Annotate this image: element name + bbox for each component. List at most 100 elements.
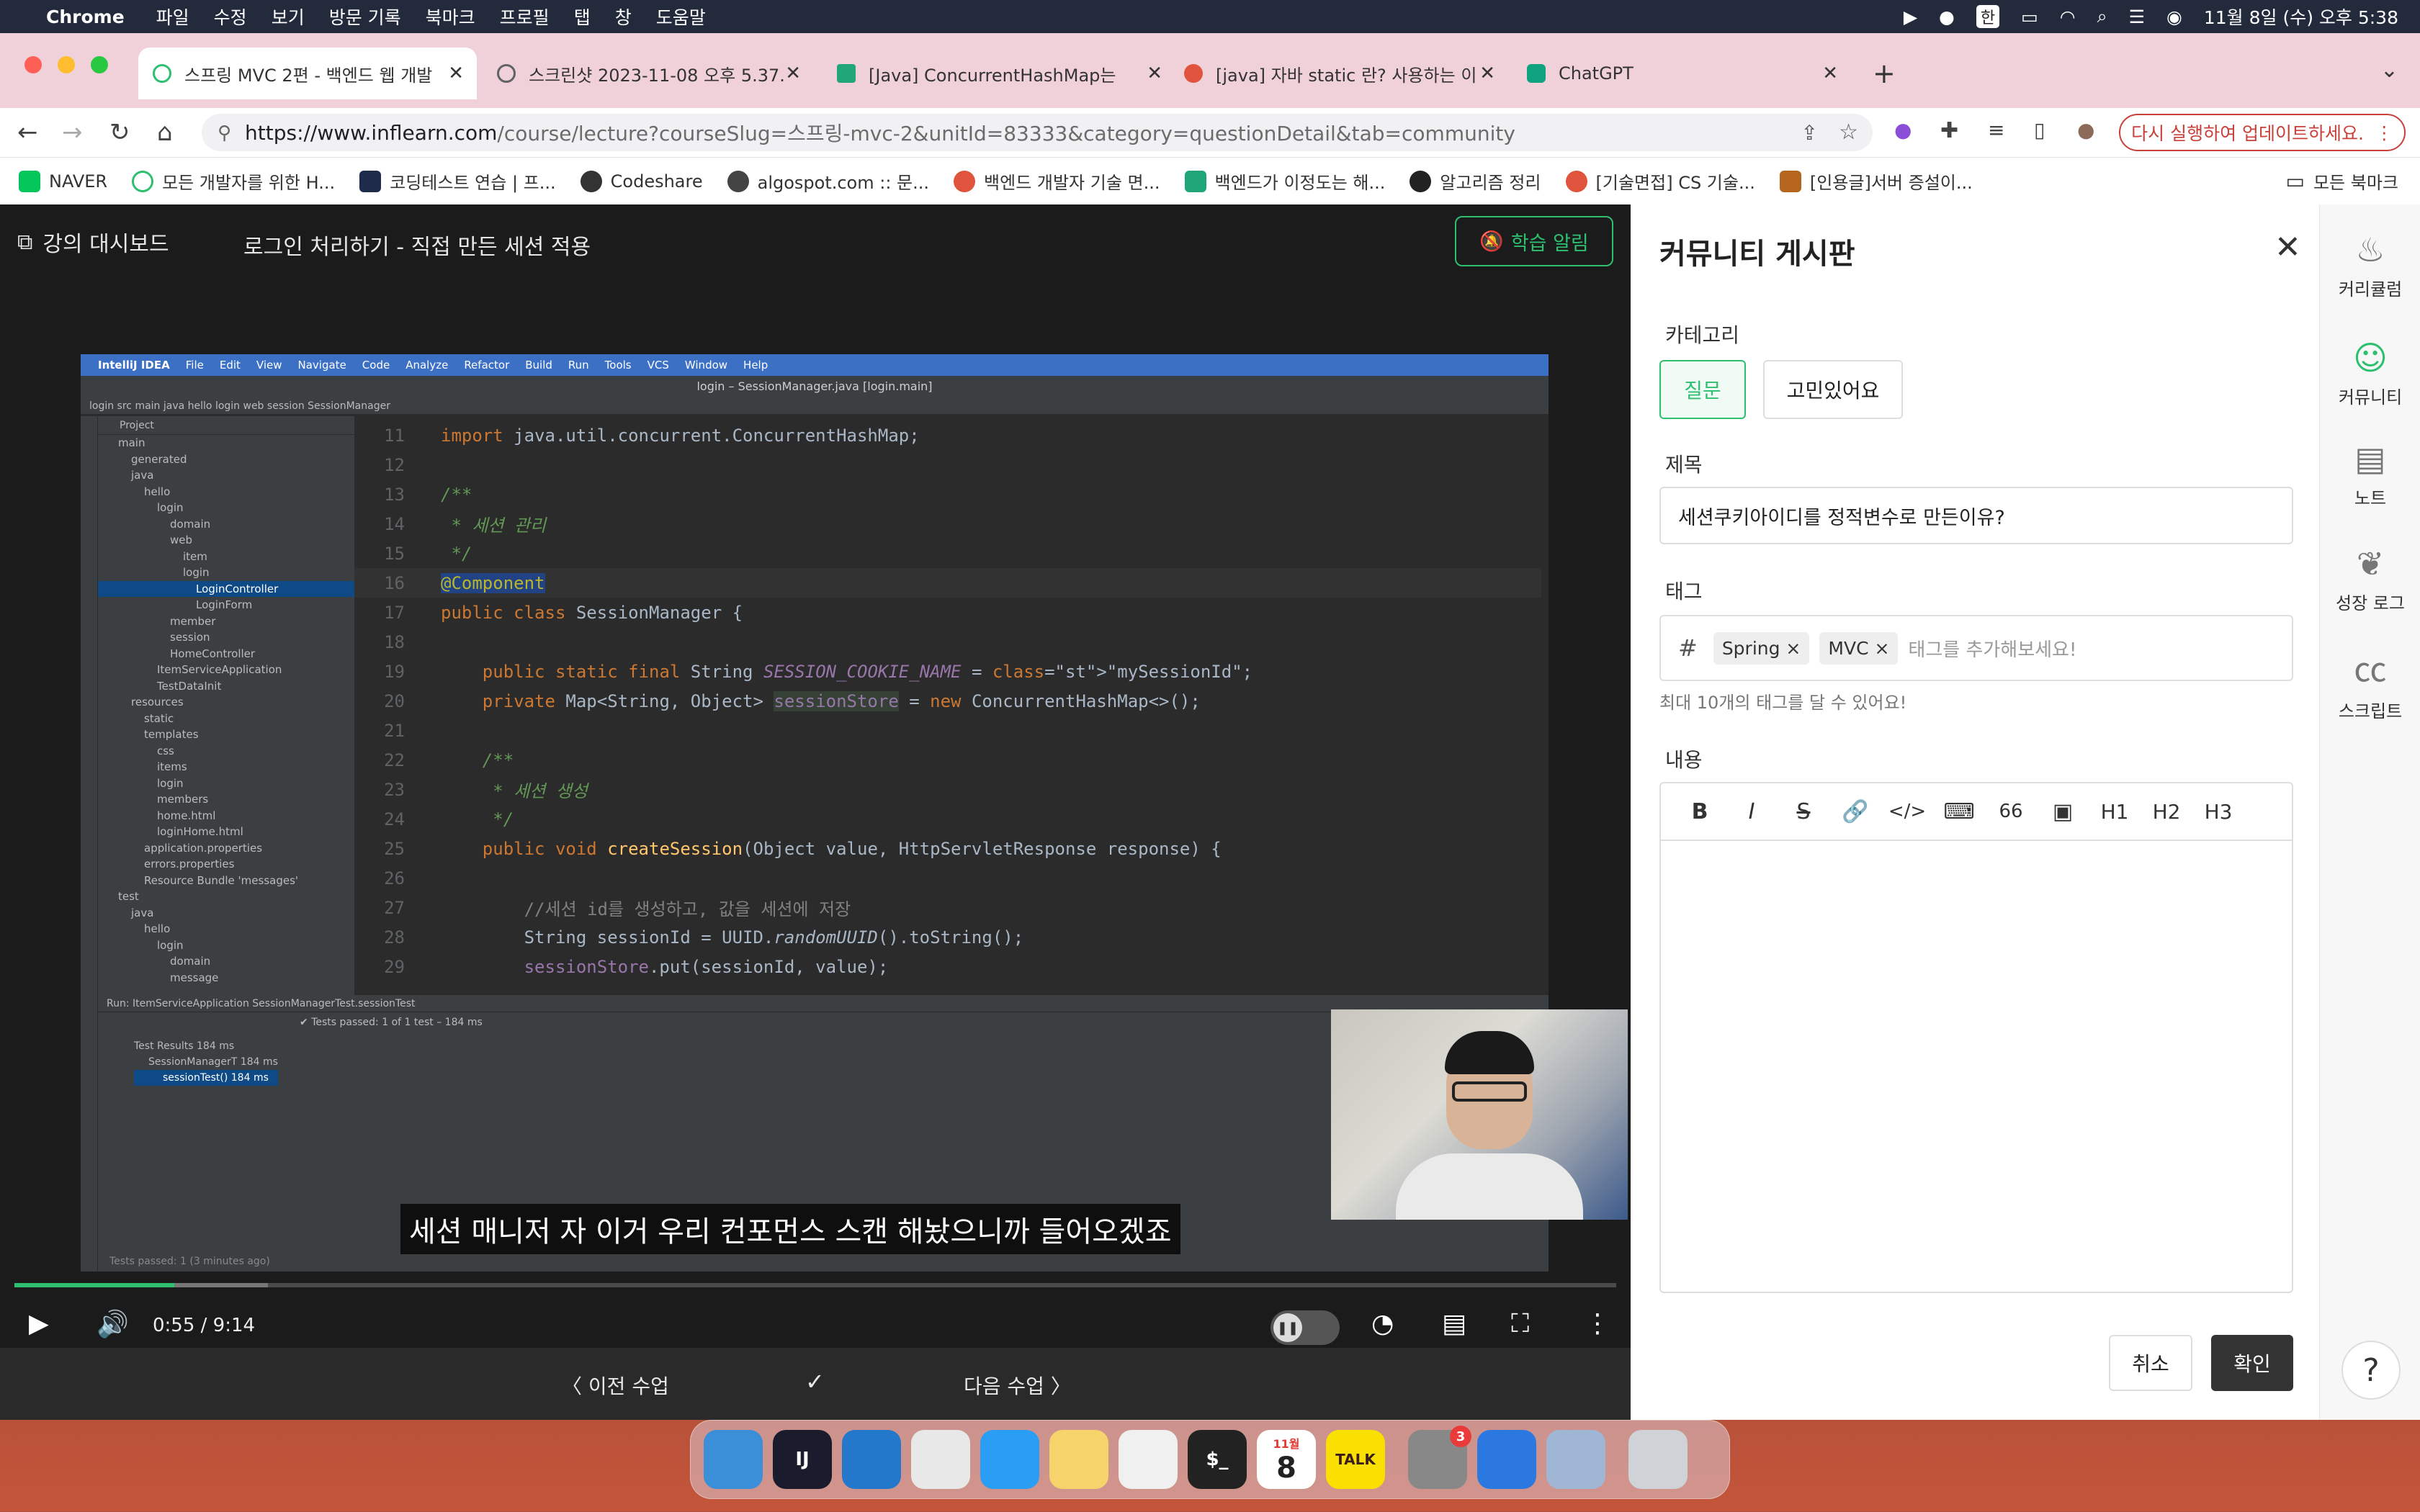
previous-lesson-button[interactable]: 〈 이전 수업 <box>562 1371 669 1400</box>
profile-avatar[interactable]: ● <box>2077 118 2094 142</box>
dashboard-link[interactable]: ⧉ 강의 대시보드 <box>17 226 169 258</box>
title-input[interactable]: 세션쿠키아이디를 정적변수로 만든이유? <box>1659 487 2293 544</box>
side-panel-icon[interactable]: ▯ <box>2034 118 2045 142</box>
media-icon[interactable]: ≡ <box>1988 118 2004 142</box>
bookmark-server-scaling[interactable]: [인용글]서버 증설이... <box>1779 168 1973 194</box>
menu-profile[interactable]: 프로필 <box>500 4 550 30</box>
italic-icon[interactable]: I <box>1726 799 1778 824</box>
forward-icon[interactable]: → <box>62 118 83 147</box>
rail-community[interactable]: ☺ 커뮤니티 <box>2320 338 2420 408</box>
bookmark-naver[interactable]: NAVER <box>19 170 107 192</box>
tab-concurrenthashmap[interactable]: [Java] ConcurrentHashMap는 ✕ <box>823 48 1175 99</box>
minimize-window-icon[interactable] <box>58 56 75 73</box>
tab-screenshot[interactable]: 스크린샷 2023-11-08 오후 5.37. ✕ <box>483 48 814 99</box>
close-tab-icon[interactable]: ✕ <box>1147 63 1162 84</box>
close-tab-icon[interactable]: ✕ <box>448 63 464 84</box>
bookmark-inflearn[interactable]: 모든 개발자를 위한 H... <box>132 168 335 194</box>
close-tab-icon[interactable]: ✕ <box>1822 63 1838 84</box>
tab-java-static[interactable]: [java] 자바 static 란? 사용하는 이 ✕ <box>1170 48 1508 99</box>
site-info-icon[interactable]: ⚲ <box>218 122 231 144</box>
notification-icon[interactable]: ● <box>1939 6 1955 27</box>
address-bar[interactable]: ⚲ https://www.inflearn.com/course/lectur… <box>202 114 1873 151</box>
menubar-clock[interactable]: 11월 8일 (수) 오후 5:38 <box>2204 4 2398 30</box>
bookmark-algospot[interactable]: algospot.com :: 문... <box>727 168 929 194</box>
new-tab-icon[interactable]: + <box>1873 58 1896 89</box>
code-icon[interactable]: </> <box>1881 801 1933 822</box>
fullscreen-icon[interactable]: ⛶ <box>1511 1309 1529 1339</box>
zoom-window-icon[interactable] <box>91 56 108 73</box>
bold-icon[interactable]: B <box>1674 799 1726 824</box>
menu-edit[interactable]: 수정 <box>214 4 247 30</box>
code-block-icon[interactable]: ⌨ <box>1933 799 1985 824</box>
study-alarm-button[interactable]: 🔕 학습 알림 <box>1455 216 1613 266</box>
calendar-icon[interactable]: 11월 8 <box>1257 1430 1316 1489</box>
menu-window[interactable]: 창 <box>615 4 632 30</box>
intellij-icon[interactable]: IJ <box>773 1430 832 1489</box>
trash-icon[interactable] <box>1628 1430 1688 1489</box>
home-icon[interactable]: ⌂ <box>157 118 173 147</box>
speed-icon[interactable]: ◔ <box>1371 1309 1394 1338</box>
play-status-icon[interactable]: ▶ <box>1904 6 1917 27</box>
heading1-button[interactable]: H1 <box>2089 800 2141 824</box>
all-bookmarks[interactable]: ▭ 모든 북마크 <box>2286 168 2399 194</box>
battery-icon[interactable]: ▭ <box>2021 6 2038 27</box>
menu-tab[interactable]: 탭 <box>574 4 591 30</box>
kakaotalk-icon[interactable]: TALK <box>1326 1430 1385 1489</box>
wifi-icon[interactable]: ◠ <box>2060 6 2076 27</box>
preview-icon[interactable] <box>1546 1430 1605 1489</box>
autoplay-toggle[interactable]: ❚❚ <box>1270 1310 1340 1345</box>
bookmark-star-icon[interactable]: ☆ <box>1839 120 1858 145</box>
close-tab-icon[interactable]: ✕ <box>785 63 801 84</box>
vscode-icon[interactable] <box>842 1430 901 1489</box>
link-icon[interactable]: 🔗 <box>1829 799 1881 824</box>
cancel-button[interactable]: 취소 <box>2109 1335 2192 1391</box>
video-frame[interactable]: IntelliJ IDEA File Edit View Navigate Code Ana… <box>81 354 1628 1272</box>
play-icon[interactable]: ▶ <box>29 1309 49 1338</box>
back-icon[interactable]: ← <box>17 118 38 147</box>
tab-inflearn[interactable]: 스프링 MVC 2편 - 백엔드 웹 개발 ✕ <box>138 48 477 99</box>
spotlight-icon[interactable]: ⌕ <box>2097 6 2107 27</box>
rail-curriculum[interactable]: ♨ 커리큘럼 <box>2320 230 2420 300</box>
volume-icon[interactable]: 🔊 <box>97 1309 129 1339</box>
bookmark-algorithm[interactable]: 알고리즘 정리 <box>1410 168 1541 194</box>
notes-icon[interactable] <box>1049 1430 1108 1489</box>
finder-icon[interactable] <box>704 1430 763 1489</box>
extension-icon[interactable]: ● <box>1894 118 1912 142</box>
puzzle-icon[interactable]: ✚ <box>1940 118 1958 143</box>
tag-input[interactable]: # Spring × MVC × 태그를 추가해보세요! <box>1659 615 2293 681</box>
rail-note[interactable]: ▤ 노트 <box>2320 439 2420 509</box>
control-center-icon[interactable]: ☰ <box>2129 6 2145 27</box>
safari-icon[interactable] <box>980 1430 1039 1489</box>
tag-chip[interactable]: Spring × <box>1713 631 1810 665</box>
close-window-icon[interactable] <box>24 56 42 73</box>
next-lesson-button[interactable]: 다음 수업 〉 <box>964 1371 1071 1400</box>
menu-file[interactable]: 파일 <box>156 4 189 30</box>
more-options-icon[interactable]: ⋮ <box>1585 1309 1610 1338</box>
input-source-indicator[interactable]: 한 <box>1976 5 2000 28</box>
heading3-button[interactable]: H3 <box>2192 800 2244 824</box>
menu-history[interactable]: 방문 기록 <box>329 4 401 30</box>
bookmark-programmers[interactable]: 코딩테스트 연습 | 프... <box>359 168 556 194</box>
freeform-icon[interactable] <box>1119 1430 1178 1489</box>
maps-icon[interactable] <box>1477 1430 1536 1489</box>
close-tab-icon[interactable]: ✕ <box>1479 63 1495 84</box>
category-question-button[interactable]: 질문 <box>1659 360 1746 419</box>
terminal-icon[interactable]: $_ <box>1188 1430 1247 1489</box>
category-concern-button[interactable]: 고민있어요 <box>1763 360 1903 419</box>
image-icon[interactable]: ▣ <box>2037 799 2089 824</box>
app-menu[interactable]: Chrome <box>46 6 125 27</box>
chrome-icon[interactable] <box>911 1430 970 1489</box>
settings-icon[interactable]: 3 <box>1408 1426 1471 1489</box>
rail-growth-log[interactable]: ❦ 성장 로그 <box>2320 544 2420 614</box>
tab-search-chevron-icon[interactable]: ⌄ <box>2380 58 2398 83</box>
tag-chip[interactable]: MVC × <box>1819 631 1899 665</box>
help-button[interactable]: ? <box>2341 1341 2401 1400</box>
bookmark-backend-interview[interactable]: 백엔드 개발자 기술 면... <box>954 168 1160 194</box>
complete-check-icon[interactable]: ✓ <box>805 1368 825 1395</box>
share-icon[interactable]: ⇪ <box>1801 121 1818 145</box>
heading2-button[interactable]: H2 <box>2141 800 2192 824</box>
relaunch-update-button[interactable]: 다시 실행하여 업데이트하세요. ⋮ <box>2119 114 2406 151</box>
bookmark-codeshare[interactable]: Codeshare <box>580 170 703 192</box>
strikethrough-icon[interactable]: S <box>1778 799 1829 824</box>
menu-help[interactable]: 도움말 <box>656 4 706 30</box>
